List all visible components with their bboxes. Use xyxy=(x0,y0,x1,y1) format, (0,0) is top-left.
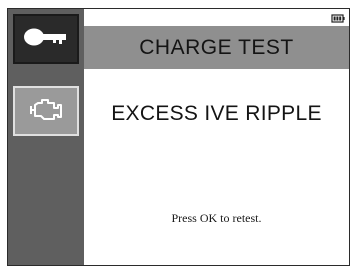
page-title: CHARGE TEST xyxy=(139,35,294,59)
tester-screen: CHARGE TEST EXCESS IVE RIPPLE Press OK t… xyxy=(7,8,350,266)
sidebar xyxy=(8,9,84,265)
sidebar-item-key[interactable] xyxy=(13,14,79,64)
sidebar-item-engine[interactable] xyxy=(13,86,79,136)
header-bar: CHARGE TEST xyxy=(84,26,349,69)
engine-icon xyxy=(28,97,64,126)
result-message: EXCESS IVE RIPPLE xyxy=(111,102,322,125)
key-icon xyxy=(23,27,69,52)
retest-hint: Press OK to retest. xyxy=(171,211,262,225)
main-panel: CHARGE TEST EXCESS IVE RIPPLE Press OK t… xyxy=(84,9,349,265)
battery-icon xyxy=(331,11,345,25)
